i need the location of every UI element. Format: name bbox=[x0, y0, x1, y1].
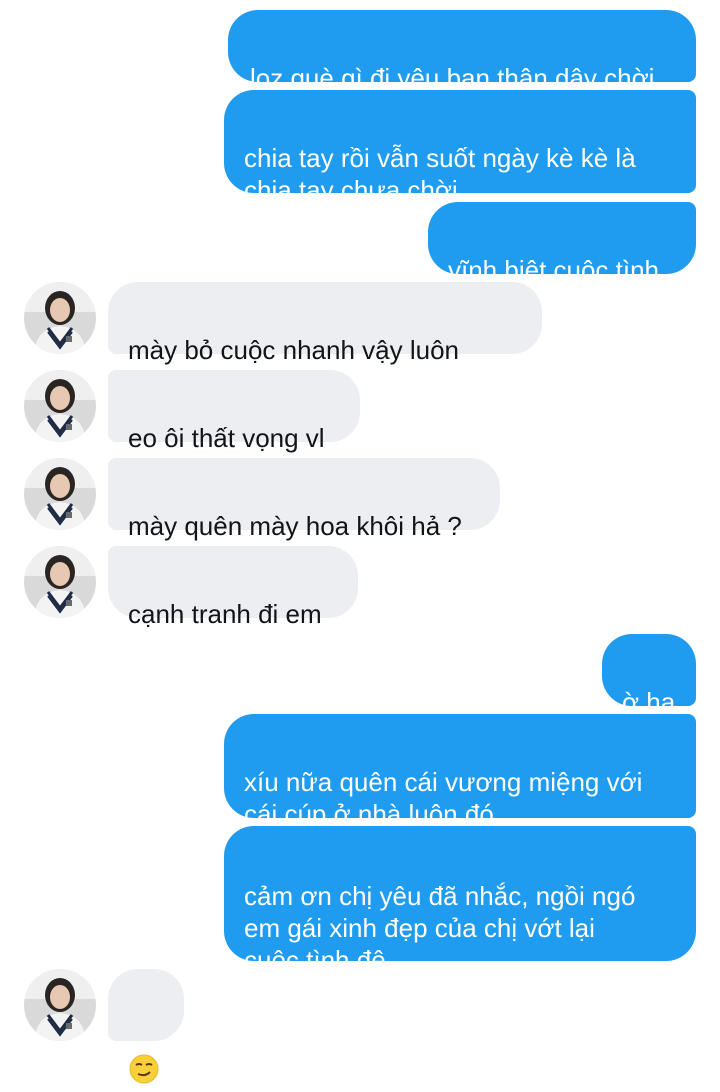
avatar-photo-icon bbox=[24, 458, 96, 530]
message-text: eo ôi thất vọng vl bbox=[128, 423, 325, 453]
message-text: vĩnh biệt cuộc tình bbox=[448, 255, 660, 285]
message-text: chia tay rồi vẫn suốt ngày kè kè là chia… bbox=[244, 143, 636, 205]
outgoing-message-bubble[interactable]: vĩnh biệt cuộc tình bbox=[428, 202, 696, 285]
outgoing-message-bubble[interactable]: ờ ha bbox=[602, 634, 696, 717]
contact-avatar[interactable] bbox=[24, 282, 96, 354]
message-text: cảm ơn chị yêu đã nhắc, ngồi ngó em gái … bbox=[244, 881, 636, 975]
message-text: ờ ha bbox=[622, 687, 676, 717]
outgoing-message-bubble[interactable]: cảm ơn chị yêu đã nhắc, ngồi ngó em gái … bbox=[224, 826, 696, 975]
incoming-message-bubble[interactable]: cạnh tranh đi em bbox=[108, 546, 358, 629]
contact-avatar[interactable] bbox=[24, 546, 96, 618]
contact-avatar[interactable] bbox=[24, 969, 96, 1041]
incoming-message-bubble[interactable]: mày bỏ cuộc nhanh vậy luôn bbox=[108, 282, 542, 427]
smirking-face-icon bbox=[128, 1021, 160, 1092]
outgoing-message-bubble[interactable]: xíu nữa quên cái vương miệng với cái cúp… bbox=[224, 714, 696, 891]
message-text: loz què gì đi yêu bạn thân dậy chời bbox=[250, 63, 655, 93]
avatar-photo-icon bbox=[24, 546, 96, 618]
message-text: xíu nữa quên cái vương miệng với cái cúp… bbox=[244, 767, 643, 829]
incoming-message-bubble[interactable] bbox=[108, 969, 184, 1084]
message-text: cạnh tranh đi em bbox=[128, 599, 322, 629]
outgoing-message-bubble[interactable]: loz què gì đi yêu bạn thân dậy chời bbox=[228, 10, 696, 93]
outgoing-message-bubble[interactable]: chia tay rồi vẫn suốt ngày kè kè là chia… bbox=[224, 90, 696, 205]
avatar-photo-icon bbox=[24, 370, 96, 442]
message-text: mày quên mày hoa khôi hả ? bbox=[128, 511, 462, 541]
contact-avatar[interactable] bbox=[24, 458, 96, 530]
incoming-message-bubble[interactable]: eo ôi thất vọng vl bbox=[108, 370, 360, 453]
avatar-photo-icon bbox=[24, 969, 96, 1041]
avatar-photo-icon bbox=[24, 282, 96, 354]
contact-avatar[interactable] bbox=[24, 370, 96, 442]
message-text: mày bỏ cuộc nhanh vậy luôn bbox=[128, 335, 459, 365]
incoming-message-bubble[interactable]: mày quên mày hoa khôi hả ? bbox=[108, 458, 500, 541]
